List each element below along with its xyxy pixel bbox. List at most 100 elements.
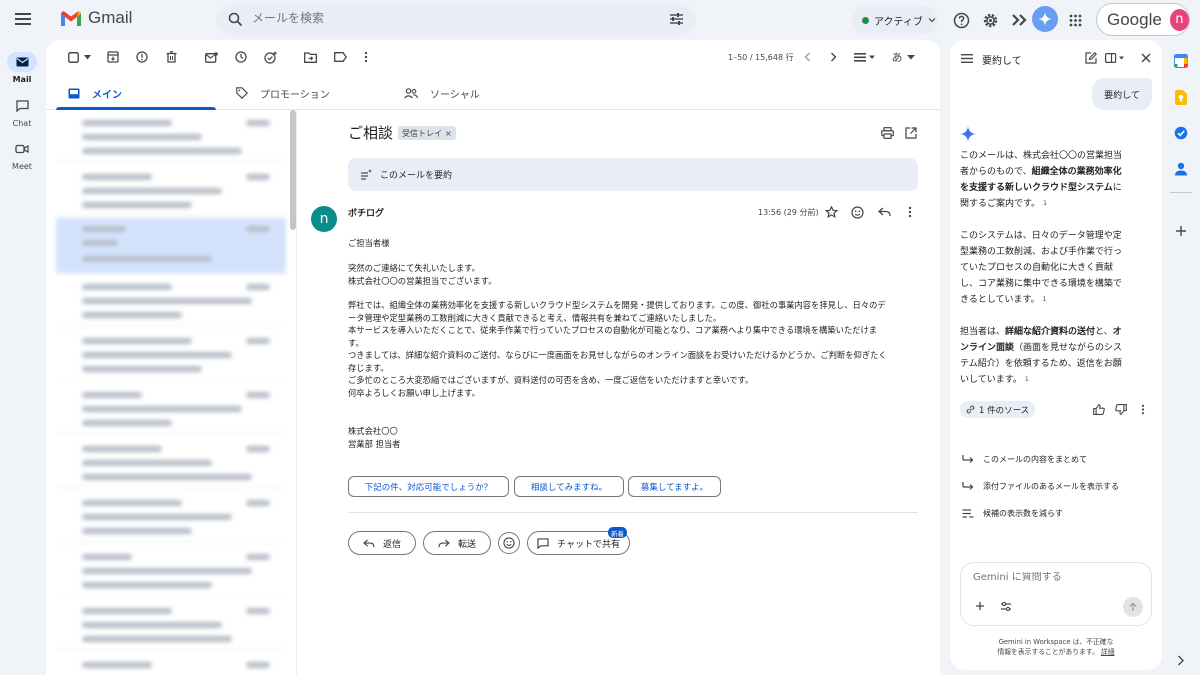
new-chat-button[interactable] xyxy=(1084,51,1098,65)
list-item[interactable] xyxy=(56,276,286,326)
archive-button[interactable] xyxy=(106,50,120,64)
newer-page-button[interactable] xyxy=(800,50,814,64)
add-task-button[interactable] xyxy=(263,50,277,64)
older-page-button[interactable] xyxy=(826,50,840,64)
prompt-tools-button[interactable] xyxy=(999,599,1013,613)
delete-button[interactable] xyxy=(164,50,178,64)
suggestion-label: このメールの内容をまとめて xyxy=(983,455,1087,464)
emoji-reply-button[interactable] xyxy=(498,532,520,554)
suggestion-summarize[interactable]: このメールの内容をまとめて xyxy=(962,454,1087,465)
citation-marker[interactable]: 1 xyxy=(1043,292,1047,308)
main-menu-button[interactable] xyxy=(12,8,34,30)
contacts-app-button[interactable] xyxy=(1172,160,1190,178)
search-input[interactable] xyxy=(252,11,652,25)
inbox-label-chip[interactable]: 受信トレイ × xyxy=(398,126,456,140)
list-item-selected[interactable] xyxy=(56,218,286,274)
list-item[interactable] xyxy=(56,330,286,380)
google-apps-button[interactable] xyxy=(1064,9,1086,31)
citation-marker[interactable]: 1 xyxy=(1043,196,1047,212)
search-bar[interactable] xyxy=(216,4,696,36)
list-item[interactable] xyxy=(56,166,286,216)
message-more-button[interactable] xyxy=(903,205,917,219)
close-panel-button[interactable] xyxy=(1139,51,1153,65)
list-item[interactable] xyxy=(56,492,286,542)
account-button[interactable]: Google n xyxy=(1096,3,1190,36)
tasks-app-button[interactable] xyxy=(1172,124,1190,142)
snooze-button[interactable] xyxy=(234,50,248,64)
sender-name[interactable]: ボチログ xyxy=(348,206,384,219)
sources-chip-label: 1 件のソース xyxy=(979,405,1030,416)
gemini-button[interactable] xyxy=(1032,6,1058,32)
star-icon xyxy=(824,206,838,218)
keep-app-button[interactable] xyxy=(1172,88,1190,106)
help-button[interactable] xyxy=(950,9,972,31)
split-pane-button[interactable] xyxy=(852,50,878,64)
gmail-logo[interactable]: Gmail xyxy=(60,8,132,28)
apps-script-button[interactable] xyxy=(1008,9,1030,31)
rail-item-chat[interactable]: Chat xyxy=(0,96,44,128)
email-timestamp: 13:56 (29 分前) xyxy=(758,208,819,217)
get-addons-button[interactable] xyxy=(1172,222,1190,240)
search-icon[interactable] xyxy=(228,12,243,27)
thumbs-down-button[interactable] xyxy=(1114,402,1128,416)
email-signature-dept: 営業部 担当者 xyxy=(348,439,401,449)
rail-item-mail[interactable]: Mail xyxy=(0,52,44,84)
reply-button[interactable]: 返信 xyxy=(348,531,416,555)
open-new-window-button[interactable] xyxy=(904,126,918,140)
input-tools-button[interactable]: あ xyxy=(890,50,916,64)
star-button[interactable] xyxy=(824,205,838,219)
move-to-button[interactable] xyxy=(303,50,317,64)
list-item[interactable] xyxy=(56,600,286,650)
gemini-prompt-input[interactable] xyxy=(973,572,1133,583)
print-button[interactable] xyxy=(880,126,894,140)
emoji-react-button[interactable] xyxy=(850,205,864,219)
list-item[interactable] xyxy=(56,112,286,162)
list-item[interactable] xyxy=(56,654,286,675)
keep-icon xyxy=(1175,89,1187,105)
smart-reply-1[interactable]: 下記の件、対応可能でしょうか？ xyxy=(348,476,509,497)
send-button[interactable] xyxy=(1123,597,1143,617)
calendar-icon xyxy=(1174,54,1188,68)
forward-button[interactable]: 転送 xyxy=(423,531,491,555)
suggestion-attachments[interactable]: 添付ファイルのあるメールを表示する xyxy=(962,481,1119,492)
panel-layout-button[interactable] xyxy=(1104,51,1126,65)
status-selector[interactable]: アクティブ xyxy=(852,5,938,35)
summarize-email-button[interactable]: このメールを要約 xyxy=(348,158,918,191)
rail-meet-label: Meet xyxy=(12,162,32,171)
response-more-button[interactable] xyxy=(1136,402,1150,416)
select-checkbox[interactable] xyxy=(66,50,80,64)
list-item[interactable] xyxy=(56,546,286,596)
select-dropdown[interactable] xyxy=(80,50,94,64)
gemini-menu-button[interactable] xyxy=(960,51,974,65)
suggestion-fewer[interactable]: 候補の表示数を減らす xyxy=(962,508,1063,519)
list-item[interactable] xyxy=(56,438,286,488)
mark-unread-button[interactable] xyxy=(204,50,218,64)
plus-icon xyxy=(976,602,984,610)
pane-divider[interactable] xyxy=(296,110,297,675)
more-actions-button[interactable] xyxy=(359,50,373,64)
reply-icon-button[interactable] xyxy=(877,205,891,219)
add-attachment-button[interactable] xyxy=(973,599,987,613)
tune-icon xyxy=(1001,601,1011,611)
disclaimer-learn-more-link[interactable]: 詳細 xyxy=(1101,648,1115,656)
smart-reply-2[interactable]: 相談してみますね。 xyxy=(514,476,624,497)
thumbs-up-button[interactable] xyxy=(1092,402,1106,416)
expand-side-panel-button[interactable] xyxy=(1172,651,1190,669)
report-spam-button[interactable] xyxy=(135,50,149,64)
tab-primary[interactable]: メイン xyxy=(46,76,216,110)
rail-item-meet[interactable]: Meet xyxy=(0,139,44,171)
smart-reply-3[interactable]: 募集してますよ。 xyxy=(628,476,721,497)
label-button[interactable] xyxy=(333,50,347,64)
remove-label-icon[interactable]: × xyxy=(445,129,452,138)
tab-social[interactable]: ソーシャル xyxy=(382,76,552,110)
hamburger-icon xyxy=(961,53,973,63)
calendar-app-button[interactable] xyxy=(1172,52,1190,70)
sender-avatar[interactable]: n xyxy=(311,206,337,232)
tab-promotions[interactable]: プロモーション xyxy=(214,76,384,110)
arrow-turn-icon xyxy=(962,482,974,490)
list-item[interactable] xyxy=(56,384,286,434)
search-filter-icon[interactable] xyxy=(669,12,684,26)
settings-button[interactable] xyxy=(979,9,1001,31)
citation-marker[interactable]: 1 xyxy=(1025,372,1029,388)
sources-chip[interactable]: 1 件のソース xyxy=(960,401,1036,418)
